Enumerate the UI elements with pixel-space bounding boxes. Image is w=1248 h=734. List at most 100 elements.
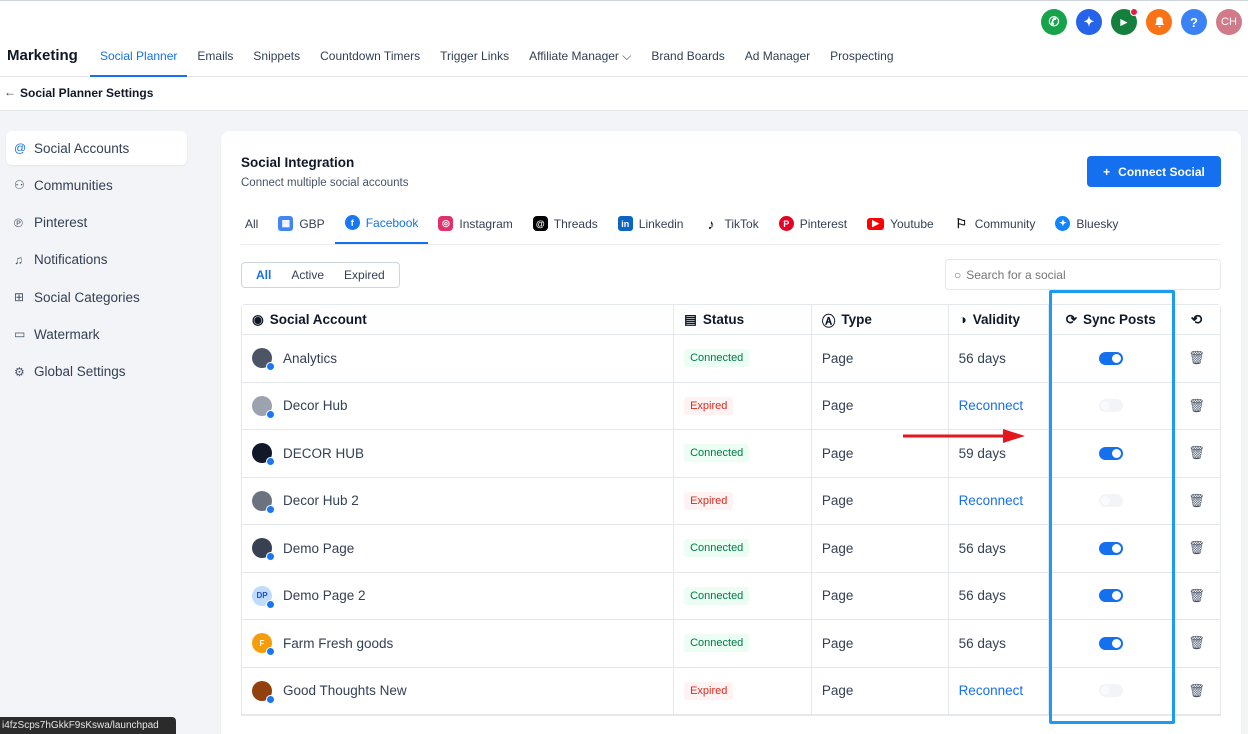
account-avatar: F [252,633,275,657]
bell-icon[interactable] [1146,9,1172,35]
sync-posts-toggle[interactable] [1098,541,1123,555]
type-cell: Page [812,335,949,382]
status-cell: Connected [674,572,812,619]
nav-affiliate-label: Affiliate Manager [529,49,619,63]
tab-label: GBP [299,216,325,231]
section-title: Social Integration [241,155,355,170]
gear-icon: ⚙ [14,364,25,379]
sync-cell [1049,525,1174,572]
trash-icon[interactable]: 🗑 [1188,398,1205,414]
validity-days: 59 days [958,445,1006,461]
facebook-badge-icon [266,647,275,657]
validity-cell: Reconnect [949,382,1050,429]
trash-icon[interactable]: 🗑 [1188,683,1205,699]
account-cell: F Farm Fresh goods [242,620,675,667]
nav-trigger-links[interactable]: Trigger Links [430,41,519,77]
reconnect-link[interactable]: Reconnect [959,493,1024,508]
linkedin-icon: in [617,216,633,231]
sidebar-item-communities[interactable]: ⚇ Communities [6,168,187,202]
account-avatar: DP [252,585,275,609]
table-header: ◉ Social Account ▤ Status Ⓐ Type ◑ Validity … [242,305,1220,335]
trash-icon[interactable]: 🗑 [1188,635,1205,651]
tab-instagram[interactable]: ◎ Instagram [428,211,522,244]
trash-icon[interactable]: 🗑 [1188,588,1205,604]
tab-bluesky[interactable]: ✦ Bluesky [1045,211,1128,244]
nav-ad-manager[interactable]: Ad Manager [735,41,820,77]
back-arrow-icon[interactable]: ← [4,85,16,99]
validity-days: 56 days [958,635,1006,651]
reconnect-link[interactable]: Reconnect [959,398,1024,413]
delete-cell: 🗑 [1173,573,1220,620]
tab-linkedin[interactable]: in Linkedin [608,211,694,244]
trash-icon[interactable]: 🗑 [1188,540,1205,556]
section-subtitle: Connect multiple social accounts [241,177,409,189]
sync-posts-toggle[interactable] [1098,589,1123,603]
user-avatar[interactable]: CH [1216,9,1242,35]
help-icon[interactable]: ? [1181,9,1207,35]
facebook-badge-icon [266,362,275,372]
nav-snippets[interactable]: Snippets [243,41,310,77]
account-type: Page [821,398,854,414]
account-name: Decor Hub [283,398,348,414]
tab-youtube[interactable]: ▶ Youtube [857,211,944,244]
search-input[interactable] [966,267,1197,282]
account-cell: Analytics [242,335,675,382]
type-cell: Page [812,572,949,619]
sidebar-item-watermark[interactable]: ▭ Watermark [6,317,187,351]
sidebar-item-notifications[interactable]: ♫ Notifications [6,243,187,277]
tab-threads[interactable]: @ Threads [523,211,608,244]
toggle-knob [1100,401,1110,411]
nav-countdown-timers[interactable]: Countdown Timers [310,41,430,77]
account-type: Page [821,683,854,699]
nav-brand-boards[interactable]: Brand Boards [641,41,734,77]
top-bar: ✆ ✦ ► ? CH Marketing Social Planner Emai… [0,0,1248,77]
sync-posts-toggle[interactable] [1098,351,1123,365]
nav-emails[interactable]: Emails [187,41,243,77]
account-type: Page [821,588,854,604]
status-filter: All Active Expired [241,262,400,288]
sidebar-item-social-accounts[interactable]: @ Social Accounts [6,131,187,165]
sync-posts-toggle[interactable] [1098,446,1123,460]
tab-community[interactable]: ⚐ Community [944,211,1046,244]
account-cell: Decor Hub [242,382,675,429]
validity-days: 56 days [958,540,1006,556]
trash-icon[interactable]: 🗑 [1188,445,1205,461]
sparkle-icon[interactable]: ✦ [1076,9,1102,35]
tab-facebook[interactable]: f Facebook [334,211,429,244]
connect-social-button[interactable]: + Connect Social [1087,156,1221,187]
account-avatar [252,443,275,467]
tab-label: Facebook [365,215,419,230]
filter-expired[interactable]: Expired [334,268,395,282]
trash-icon[interactable]: 🗑 [1188,350,1205,366]
trash-icon[interactable]: 🗑 [1188,493,1205,509]
sidebar-item-pinterest[interactable]: ℗ Pinterest [6,206,187,240]
account-name: DECOR HUB [283,445,365,461]
tab-label: Community [974,216,1036,231]
tab-label: TikTok [724,216,759,231]
toggle-knob [1100,686,1110,696]
phone-icon[interactable]: ✆ [1041,9,1067,35]
tab-gbp[interactable]: ▦ GBP [268,211,334,244]
sidebar-item-label: Watermark [34,326,100,342]
account-type: Page [821,445,854,461]
account-cell: Decor Hub 2 [242,477,675,524]
pinterest-icon: P [778,216,794,231]
nav-affiliate-manager[interactable]: Affiliate Manager ⌵ [519,41,641,77]
tab-all[interactable]: All [241,211,268,244]
filter-active[interactable]: Active [281,268,334,282]
sync-posts-toggle[interactable] [1098,636,1123,650]
delete-cell: 🗑 [1173,478,1220,525]
account-cell: Demo Page [242,525,675,572]
facebook-badge-icon [266,504,275,514]
toggle-knob [1111,543,1121,553]
megaphone-icon[interactable]: ► [1111,8,1138,35]
reconnect-link[interactable]: Reconnect [959,683,1024,698]
tab-pinterest[interactable]: P Pinterest [769,211,857,244]
sidebar-item-social-categories[interactable]: ⊞ Social Categories [6,280,187,314]
tab-tiktok[interactable]: ♪ TikTok [693,211,768,244]
nav-social-planner[interactable]: Social Planner [90,41,188,77]
filter-all[interactable]: All [246,268,281,282]
sidebar-item-global-settings[interactable]: ⚙ Global Settings [6,355,187,389]
nav-prospecting[interactable]: Prospecting [820,41,903,77]
refresh-search-icon[interactable]: ⟲ [1173,305,1220,334]
